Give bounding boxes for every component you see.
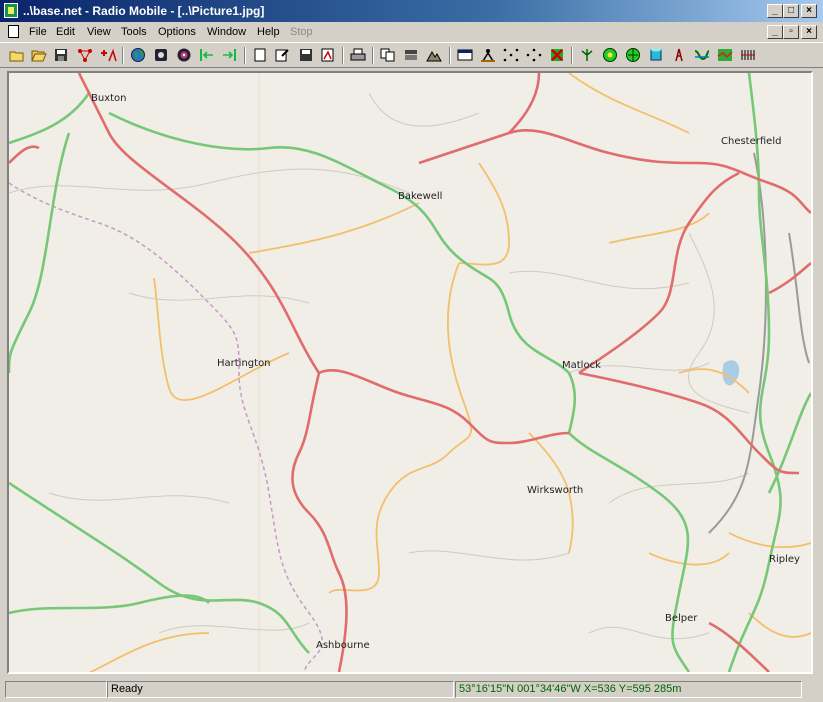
map-canvas[interactable] [9, 73, 811, 672]
toolbar-separator [449, 47, 451, 64]
map-tile-icon[interactable] [716, 47, 734, 63]
copy-icon[interactable] [379, 47, 397, 63]
road-icon[interactable] [693, 47, 711, 63]
person-icon[interactable] [479, 47, 497, 63]
toolbar-separator [372, 47, 374, 64]
blank-page-icon[interactable] [251, 47, 269, 63]
radio-mobile-app-icon[interactable] [4, 3, 18, 18]
map-view[interactable]: Buxton Bakewell Chesterfield Hartington … [7, 71, 813, 674]
toolbar-separator [122, 47, 124, 64]
print-icon[interactable] [349, 47, 367, 63]
menu-window[interactable]: Window [207, 26, 246, 38]
town-label: Bakewell [398, 191, 443, 202]
green-globe-icon[interactable] [624, 47, 642, 63]
title-bar: ..\base.net - Radio Mobile - [..\Picture… [0, 0, 823, 22]
menu-options[interactable]: Options [158, 26, 196, 38]
new-folder-icon[interactable] [8, 47, 26, 63]
status-coordinates: 53°16'15"N 001°34'46"W X=536 Y=595 285m [455, 681, 802, 698]
menu-view[interactable]: View [87, 26, 111, 38]
cylinder-icon[interactable] [647, 47, 665, 63]
mdi-close-button[interactable]: × [801, 25, 817, 39]
dots-cross-icon[interactable] [525, 47, 543, 63]
mdi-restore-button[interactable]: ▫ [783, 25, 799, 39]
menu-tools[interactable]: Tools [121, 26, 147, 38]
antenna-icon[interactable] [578, 47, 596, 63]
dots-square-icon[interactable] [502, 47, 520, 63]
town-label: Wirksworth [527, 485, 584, 496]
save-icon[interactable] [52, 47, 70, 63]
town-label: Chesterfield [721, 136, 782, 147]
status-message: Ready [107, 681, 454, 698]
disk-icon[interactable] [152, 47, 170, 63]
menu-bar: File Edit View Tools Options Window Help… [0, 22, 823, 42]
move-right-icon[interactable] [220, 47, 238, 63]
terrain-icon[interactable] [425, 47, 443, 63]
menu-edit[interactable]: Edit [56, 26, 75, 38]
town-label: Ashbourne [316, 640, 370, 651]
tower-icon[interactable] [670, 47, 688, 63]
toolbar-separator [571, 47, 573, 64]
cancel-icon[interactable] [548, 47, 566, 63]
window-icon[interactable] [456, 47, 474, 63]
town-label: Hartington [217, 358, 271, 369]
menu-help[interactable]: Help [257, 26, 280, 38]
toolbar-separator [244, 47, 246, 64]
save-page-icon[interactable] [297, 47, 315, 63]
toolbar-separator [342, 47, 344, 64]
globe-icon[interactable] [129, 47, 147, 63]
picture-icon[interactable] [319, 47, 337, 63]
bars-icon[interactable] [739, 47, 757, 63]
status-pane-left [5, 681, 107, 698]
menu-stop: Stop [290, 26, 313, 38]
menu-file[interactable]: File [29, 26, 47, 38]
mdi-minimize-button[interactable]: _ [767, 25, 783, 39]
edit-page-icon[interactable] [273, 47, 291, 63]
add-unit-icon[interactable] [99, 47, 117, 63]
town-label: Belper [665, 613, 698, 624]
maximize-button[interactable]: □ [783, 4, 799, 18]
status-bar: Ready 53°16'15"N 001°34'46"W X=536 Y=595… [0, 678, 823, 702]
close-button[interactable]: × [801, 4, 817, 18]
move-left-icon[interactable] [198, 47, 216, 63]
window-title: ..\base.net - Radio Mobile - [..\Picture… [23, 4, 265, 18]
town-label: Ripley [769, 554, 800, 565]
open-folder-icon[interactable] [30, 47, 48, 63]
green-target-icon[interactable] [601, 47, 619, 63]
network-properties-icon[interactable] [76, 47, 94, 63]
town-label: Buxton [91, 93, 127, 104]
document-icon[interactable] [8, 25, 19, 38]
stack-icon[interactable] [402, 47, 420, 63]
minimize-button[interactable]: _ [767, 4, 783, 18]
town-label: Matlock [562, 360, 601, 371]
target-icon[interactable] [175, 47, 193, 63]
toolbar [0, 42, 823, 68]
